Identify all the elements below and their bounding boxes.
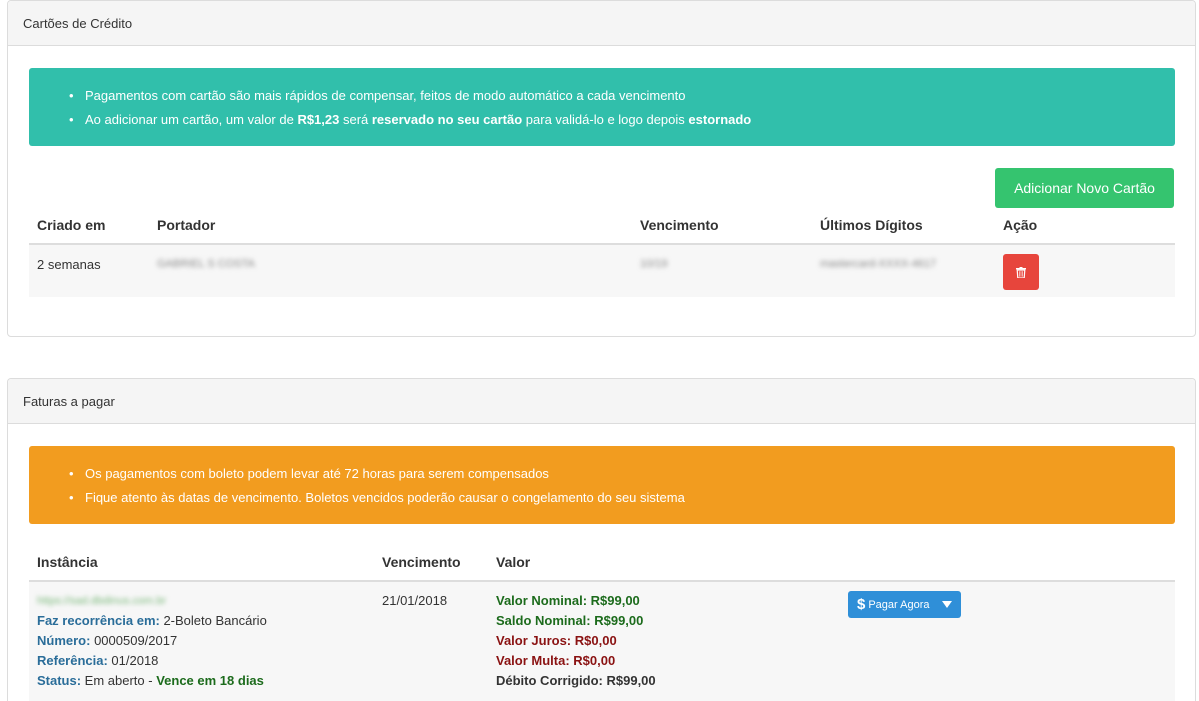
- table-row: 2 semanas GABRIEL S COSTA 10/19 masterca…: [29, 245, 1175, 297]
- debito-corrigido: Débito Corrigido: R$99,00: [496, 673, 656, 688]
- column-header-due-date: Vencimento: [382, 554, 461, 570]
- invoices-panel: Faturas a pagar Os pagamentos com boleto…: [7, 378, 1196, 701]
- column-header-last-digits: Últimos Dígitos: [820, 217, 923, 233]
- valor-multa: Valor Multa: R$0,00: [496, 653, 616, 668]
- column-header-value: Valor: [496, 554, 531, 570]
- card-holder: GABRIEL S COSTA: [157, 258, 255, 270]
- column-header-instance: Instância: [37, 554, 98, 570]
- boleto-warning-line-2: Fique atento às datas de vencimento. Bol…: [69, 486, 1155, 510]
- column-header-action: Ação: [1003, 217, 1038, 233]
- credit-cards-panel: Cartões de Crédito Pagamentos com cartão…: [7, 0, 1196, 337]
- column-header-expiry: Vencimento: [640, 217, 719, 233]
- card-last-digits: mastercard-XXXX-4617: [820, 258, 937, 270]
- valor-nominal: Valor Nominal: R$99,00: [496, 593, 640, 608]
- credit-cards-panel-title: Cartões de Crédito: [8, 1, 1195, 46]
- invoices-panel-title: Faturas a pagar: [8, 379, 1195, 424]
- caret-down-icon: [942, 601, 952, 608]
- pay-now-button[interactable]: $ Pagar Agora: [848, 591, 961, 618]
- column-header-created: Criado em: [37, 217, 106, 233]
- number-info: Número: 0000509/2017: [37, 633, 178, 648]
- card-info-line-1: Pagamentos com cartão são mais rápidos d…: [69, 84, 1155, 108]
- column-header-holder: Portador: [157, 217, 216, 233]
- card-created: 2 semanas: [37, 257, 101, 272]
- pay-now-label: Pagar Agora: [868, 598, 930, 611]
- delete-card-button[interactable]: [1003, 254, 1039, 290]
- boleto-warning-alert: Os pagamentos com boleto podem levar até…: [29, 446, 1175, 524]
- add-card-button[interactable]: Adicionar Novo Cartão: [995, 168, 1174, 208]
- card-info-line-2: Ao adicionar um cartão, um valor de R$1,…: [69, 108, 1155, 132]
- trash-icon: [1016, 266, 1026, 278]
- valor-juros: Valor Juros: R$0,00: [496, 633, 617, 648]
- instance-link[interactable]: https://sad.dbdinus.com.br: [37, 595, 166, 607]
- dollar-icon: $: [857, 596, 866, 613]
- reference-info: Referência: 01/2018: [37, 653, 159, 668]
- recurrence-info: Faz recorrência em: 2-Boleto Bancário: [37, 613, 267, 628]
- invoice-due-date: 21/01/2018: [382, 593, 448, 608]
- saldo-nominal: Saldo Nominal: R$99,00: [496, 613, 644, 628]
- status-info: Status: Em aberto - Vence em 18 dias: [37, 673, 264, 688]
- card-info-alert: Pagamentos com cartão são mais rápidos d…: [29, 68, 1175, 146]
- boleto-warning-line-1: Os pagamentos com boleto podem levar até…: [69, 462, 1155, 486]
- card-expiry: 10/19: [640, 258, 668, 270]
